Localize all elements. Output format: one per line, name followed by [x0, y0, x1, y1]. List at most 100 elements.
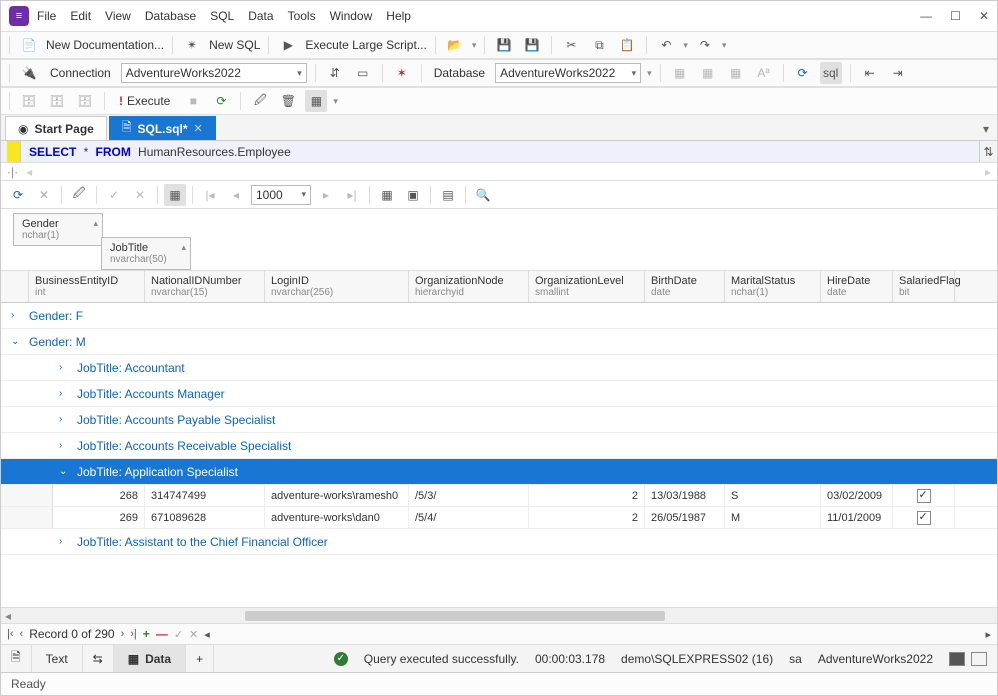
grid-refresh-icon[interactable]: ⟳ — [7, 184, 29, 206]
conn-tool3-icon[interactable]: ✶ — [391, 62, 413, 84]
menu-view[interactable]: View — [105, 9, 131, 23]
group-jobtitle-expanded[interactable]: ⌄JobTitle: Application Specialist — [1, 459, 997, 485]
page-size-combo[interactable]: 1000▾ — [251, 185, 311, 205]
group-jobtitle[interactable]: ›JobTitle: Accounts Payable Specialist — [1, 407, 997, 433]
rec-cancel-icon[interactable]: ✕ — [189, 628, 198, 641]
layout2-icon[interactable]: ▣ — [402, 184, 424, 206]
sort-asc-icon[interactable]: ▴ — [181, 242, 186, 253]
save-icon[interactable]: 💾 — [493, 34, 515, 56]
db-icon-2[interactable]: 🗄 — [46, 90, 68, 112]
col-orglevel[interactable]: OrganizationLevelsmallint — [529, 271, 645, 302]
search-grid-icon[interactable]: 🔍 — [472, 184, 494, 206]
db-tool2-icon[interactable]: ▦ — [697, 62, 719, 84]
open-icon[interactable]: 📂 — [444, 34, 466, 56]
maximize-icon[interactable]: ☐ — [950, 9, 961, 23]
db-tool1-icon[interactable]: ▦ — [669, 62, 691, 84]
table-row[interactable]: 268 314747499 adventure-works\ramesh0 /5… — [1, 485, 997, 507]
group-col-jobtitle[interactable]: JobTitle nvarchar(50) ▴ — [101, 237, 191, 270]
rec-commit-icon[interactable]: ✓ — [174, 628, 183, 641]
col-birthdate[interactable]: BirthDatedate — [645, 271, 725, 302]
menu-sql[interactable]: SQL — [210, 9, 234, 23]
exec-tool2-icon[interactable]: 🗑 — [277, 90, 299, 112]
rec-first-icon[interactable]: |‹ — [7, 628, 14, 640]
exec-large-button[interactable]: Execute Large Script... — [305, 38, 426, 52]
new-doc-button[interactable]: New Documentation... — [46, 38, 164, 52]
exec-large-icon[interactable]: ▶ — [277, 34, 299, 56]
menu-window[interactable]: Window — [330, 9, 373, 23]
col-loginid[interactable]: LoginIDnvarchar(256) — [265, 271, 409, 302]
menu-tools[interactable]: Tools — [288, 9, 316, 23]
copy-icon[interactable]: ⧉ — [588, 34, 610, 56]
rec-last-icon[interactable]: ›| — [130, 628, 137, 640]
execute-button[interactable]: !Execute — [113, 92, 176, 110]
menu-database[interactable]: Database — [145, 9, 196, 23]
rec-scroll-left-icon[interactable]: ◂ — [204, 628, 210, 641]
conn-tool2-icon[interactable]: ▭ — [352, 62, 374, 84]
nav-left-icon[interactable]: ◂ — [26, 165, 32, 179]
group-jobtitle[interactable]: ›JobTitle: Assistant to the Chief Financ… — [1, 529, 997, 555]
col-salariedflag[interactable]: SalariedFlagbit — [893, 271, 955, 302]
connection-icon[interactable]: 🔌 — [18, 62, 40, 84]
group-by-zone[interactable]: Gender nchar(1) ▴ JobTitle nvarchar(50) … — [1, 209, 997, 271]
new-doc-icon[interactable]: 📄 — [18, 34, 40, 56]
conn-tool1-icon[interactable]: ⇵ — [324, 62, 346, 84]
grid-edit-icon[interactable]: 🖉 — [68, 184, 90, 206]
btab-add-icon[interactable]: + — [186, 645, 214, 672]
connection-combo[interactable]: AdventureWorks2022▾ — [121, 63, 307, 83]
menu-data[interactable]: Data — [248, 9, 273, 23]
menu-edit[interactable]: Edit — [70, 9, 91, 23]
menu-help[interactable]: Help — [386, 9, 411, 23]
group-col-gender[interactable]: Gender nchar(1) ▴ — [13, 213, 103, 246]
sql-editor[interactable]: SELECT * FROM HumanResources.Employee ⇅ — [1, 141, 997, 163]
close-icon[interactable]: ✕ — [979, 9, 989, 23]
col-maritalstatus[interactable]: MaritalStatusnchar(1) — [725, 271, 821, 302]
exec-tool1-icon[interactable]: 🖉 — [249, 90, 271, 112]
undo-icon[interactable]: ↶ — [655, 34, 677, 56]
tab-start-page[interactable]: ◉ Start Page — [5, 116, 107, 140]
rec-next-icon[interactable]: › — [121, 628, 125, 640]
redo-icon[interactable]: ↷ — [694, 34, 716, 56]
col-nationalid[interactable]: NationalIDNumbernvarchar(15) — [145, 271, 265, 302]
table-row[interactable]: 269 671089628 adventure-works\dan0 /5/4/… — [1, 507, 997, 529]
database-combo[interactable]: AdventureWorks2022▾ — [495, 63, 641, 83]
group-jobtitle[interactable]: ›JobTitle: Accounts Receivable Specialis… — [1, 433, 997, 459]
db-tool3-icon[interactable]: ▦ — [725, 62, 747, 84]
btab-text-icon[interactable]: 🗎 — [1, 645, 32, 672]
indent-left-icon[interactable]: ⇤ — [859, 62, 881, 84]
group-jobtitle[interactable]: ›JobTitle: Accountant — [1, 355, 997, 381]
save-all-icon[interactable]: 💾 — [521, 34, 543, 56]
page-first-icon[interactable]: |◂ — [199, 184, 221, 206]
refresh-icon[interactable]: ⟳ — [792, 62, 814, 84]
checkbox-checked-icon[interactable] — [917, 489, 931, 503]
btab-swap-icon[interactable]: ⇆ — [83, 645, 114, 672]
rec-add-icon[interactable]: + — [143, 627, 150, 641]
db-icon-3[interactable]: 🗄 — [74, 90, 96, 112]
new-sql-icon[interactable]: ✴ — [181, 34, 203, 56]
rec-delete-icon[interactable]: — — [156, 627, 168, 641]
btab-data[interactable]: ▦Data — [114, 645, 186, 672]
minimize-icon[interactable]: — — [920, 9, 932, 23]
sql-mode-icon[interactable]: sql — [820, 62, 842, 84]
layout3-icon[interactable]: ▤ — [437, 184, 459, 206]
view-mode-2-icon[interactable] — [971, 652, 987, 666]
splitter-handle-icon[interactable]: ·|· — [7, 165, 18, 179]
db-tool4-icon[interactable]: Aª — [753, 62, 775, 84]
group-jobtitle[interactable]: ›JobTitle: Accounts Manager — [1, 381, 997, 407]
paste-icon[interactable]: 📋 — [616, 34, 638, 56]
view-mode-1-icon[interactable] — [949, 652, 965, 666]
col-businessentityid[interactable]: BusinessEntityIDint — [29, 271, 145, 302]
page-prev-icon[interactable]: ◂ — [225, 184, 247, 206]
grid-cancel-icon[interactable]: ✕ — [33, 184, 55, 206]
rec-scroll-right-icon[interactable]: ▸ — [985, 628, 991, 641]
checkbox-checked-icon[interactable] — [917, 511, 931, 525]
cut-icon[interactable]: ✂ — [560, 34, 582, 56]
rec-prev-icon[interactable]: ‹ — [20, 628, 24, 640]
grid-commit-icon[interactable]: ✓ — [103, 184, 125, 206]
exec-tool3-icon[interactable]: ▦ — [305, 90, 327, 112]
tab-sql[interactable]: 🗎 SQL.sql* ✕ — [109, 116, 216, 140]
new-sql-button[interactable]: New SQL — [209, 38, 260, 52]
layout1-icon[interactable]: ▦ — [376, 184, 398, 206]
page-next-icon[interactable]: ▸ — [315, 184, 337, 206]
grid-rollback-icon[interactable]: ✕ — [129, 184, 151, 206]
col-orgnode[interactable]: OrganizationNodehierarchyid — [409, 271, 529, 302]
